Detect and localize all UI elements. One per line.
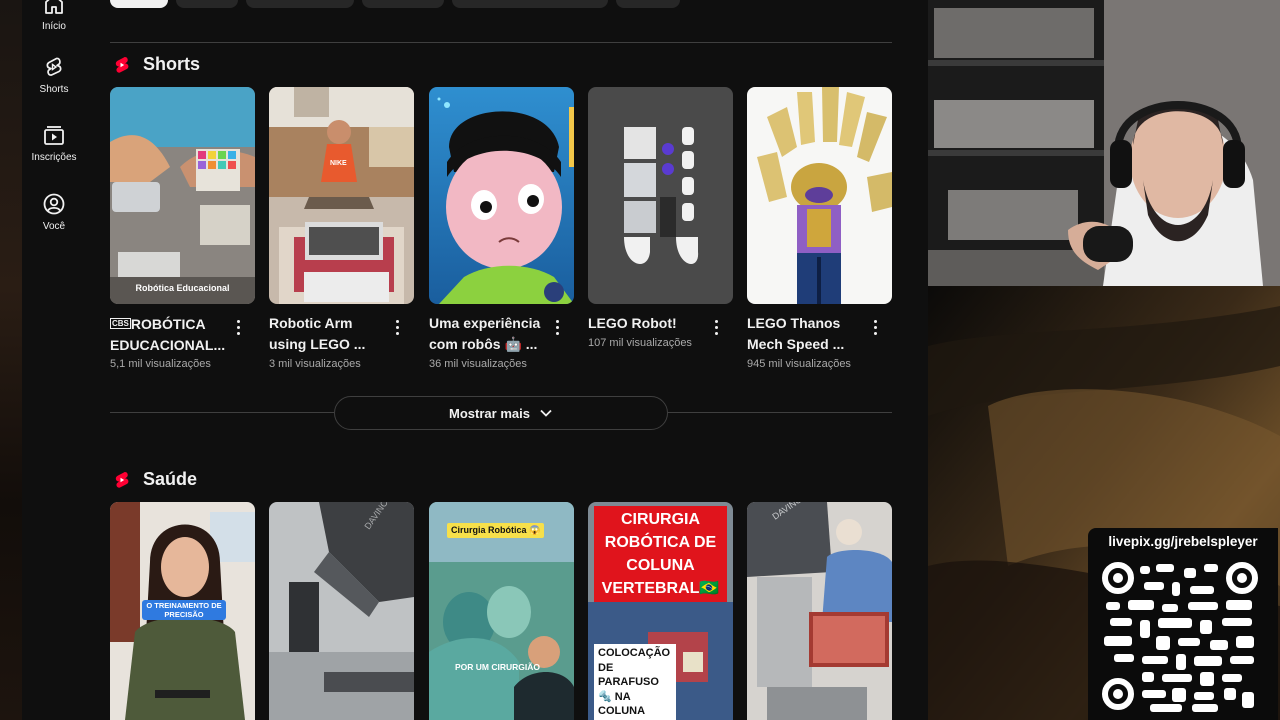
- short-title[interactable]: LEGO Robot!: [588, 313, 706, 334]
- thumbnail-overlay-text: COLOCAÇÃO DE PARAFUSO 🔩 NA COLUNA LOMBAR: [594, 644, 676, 720]
- short-card[interactable]: O TREINAMENTO DE PRECISÃO: [110, 502, 255, 720]
- short-thumbnail[interactable]: O TREINAMENTO DE PRECISÃO: [110, 502, 255, 720]
- short-card[interactable]: Robótica Educacional CBS ROBÓTICA EDUCACI…: [110, 87, 255, 370]
- shorts-logo-icon: [115, 56, 129, 73]
- nav-label-shorts: Shorts: [39, 84, 69, 95]
- nav-item-you[interactable]: Você: [22, 192, 86, 232]
- short-thumbnail[interactable]: NIKE: [269, 87, 414, 304]
- shorts-logo-icon: [115, 471, 129, 488]
- short-views: 5,1 mil visualizações: [110, 358, 211, 370]
- title-badge: CBS: [110, 318, 131, 329]
- short-card[interactable]: DAVINCI: [747, 502, 892, 720]
- short-title[interactable]: LEGO Thanos Mech Speed ...: [747, 313, 865, 355]
- chips-next-arrow-icon[interactable]: [868, 0, 882, 8]
- shorts-section-header: Shorts: [112, 54, 200, 75]
- short-thumbnail[interactable]: [429, 87, 574, 304]
- short-views: 3 mil visualizações: [269, 358, 361, 370]
- nav-item-subscriptions[interactable]: Inscrições: [22, 123, 86, 163]
- qr-link-label: livepix.gg/jrebelspleyer: [1108, 534, 1258, 549]
- section-divider: [110, 42, 892, 43]
- thumbnail-overlay-text: O TREINAMENTO DE PRECISÃO: [142, 600, 226, 620]
- short-card[interactable]: LEGO Thanos Mech Speed ... 945 mil visua…: [747, 87, 892, 370]
- filter-chip[interactable]: [176, 0, 238, 8]
- more-options-icon[interactable]: [868, 318, 882, 336]
- show-more-button[interactable]: Mostrar mais: [334, 396, 668, 430]
- short-thumbnail[interactable]: [588, 87, 733, 304]
- thumbnail-overlay-text: Cirurgia Robótica 😱: [447, 523, 545, 538]
- show-more-divider: [668, 412, 892, 413]
- donation-qr-panel: livepix.gg/jrebelspleyer: [1088, 528, 1278, 720]
- nav-item-shorts[interactable]: Shorts: [22, 55, 86, 95]
- short-title[interactable]: Robotic Arm using LEGO ...: [269, 313, 387, 355]
- home-icon: [45, 0, 63, 14]
- short-thumbnail[interactable]: Cirurgia Robótica 😱 POR UM CIRURGIÃO: [429, 502, 574, 720]
- account-icon: [43, 193, 65, 215]
- streamer-webcam: [928, 0, 1280, 286]
- nav-label-home: Início: [42, 21, 66, 32]
- short-views: 945 mil visualizações: [747, 358, 851, 370]
- more-options-icon[interactable]: [709, 318, 723, 336]
- qr-code-icon: [1100, 560, 1260, 714]
- short-views: 36 mil visualizações: [429, 358, 527, 370]
- more-options-icon[interactable]: [231, 318, 245, 336]
- short-thumbnail[interactable]: DAVINCI: [269, 502, 414, 720]
- youtube-page: Início Shorts Inscrições Você Shorts Rob…: [22, 0, 928, 720]
- short-card[interactable]: LEGO Robot! 107 mil visualizações: [588, 87, 733, 349]
- svg-text:NIKE: NIKE: [330, 160, 347, 167]
- nav-label-you: Você: [42, 221, 66, 232]
- sidebar-nav: Início Shorts Inscrições Você: [22, 0, 86, 720]
- nav-item-home[interactable]: Início: [22, 0, 86, 32]
- short-title[interactable]: Uma experiência com robôs 🤖 ...: [429, 313, 547, 355]
- short-title[interactable]: CBS ROBÓTICA EDUCACIONAL...: [110, 313, 228, 356]
- filter-chip[interactable]: [362, 0, 444, 8]
- thumbnail-overlay-text: POR UM CIRURGIÃO: [455, 662, 540, 672]
- more-options-icon[interactable]: [390, 318, 404, 336]
- subscriptions-icon: [44, 126, 64, 145]
- stream-background-left: [0, 0, 22, 720]
- short-views: 107 mil visualizações: [588, 337, 692, 349]
- short-thumbnail[interactable]: CIRURGIA ROBÓTICA DE COLUNA VERTEBRAL🇧🇷 …: [588, 502, 733, 720]
- show-more-label: Mostrar mais: [449, 405, 530, 421]
- nav-label-subscriptions: Inscrições: [31, 152, 77, 163]
- filter-chip[interactable]: [246, 0, 354, 8]
- short-card[interactable]: CIRURGIA ROBÓTICA DE COLUNA VERTEBRAL🇧🇷 …: [588, 502, 733, 720]
- thumbnail-overlay-text: Robótica Educacional: [135, 283, 230, 293]
- filter-chip[interactable]: [616, 0, 680, 8]
- short-thumbnail[interactable]: Robótica Educacional: [110, 87, 255, 304]
- more-options-icon[interactable]: [550, 318, 564, 336]
- short-card[interactable]: Cirurgia Robótica 😱 POR UM CIRURGIÃO: [429, 502, 574, 720]
- short-card[interactable]: Uma experiência com robôs 🤖 ... 36 mil v…: [429, 87, 574, 370]
- filter-chip[interactable]: [452, 0, 608, 8]
- section-title: Saúde: [143, 469, 198, 489]
- chevron-down-icon: [540, 409, 552, 417]
- short-card[interactable]: NIKE Robotic Arm using LEGO ... 3 mil vi…: [269, 87, 414, 370]
- saude-section-header: Saúde: [112, 469, 197, 490]
- show-more-divider: [110, 412, 334, 413]
- short-thumbnail[interactable]: [747, 87, 892, 304]
- filter-chip[interactable]: [110, 0, 168, 8]
- thumbnail-overlay-text: CIRURGIA ROBÓTICA DE COLUNA VERTEBRAL🇧🇷: [594, 506, 727, 602]
- section-title: Shorts: [143, 54, 201, 74]
- short-card[interactable]: DAVINCI: [269, 502, 414, 720]
- short-thumbnail[interactable]: DAVINCI: [747, 502, 892, 720]
- shorts-icon: [46, 57, 62, 76]
